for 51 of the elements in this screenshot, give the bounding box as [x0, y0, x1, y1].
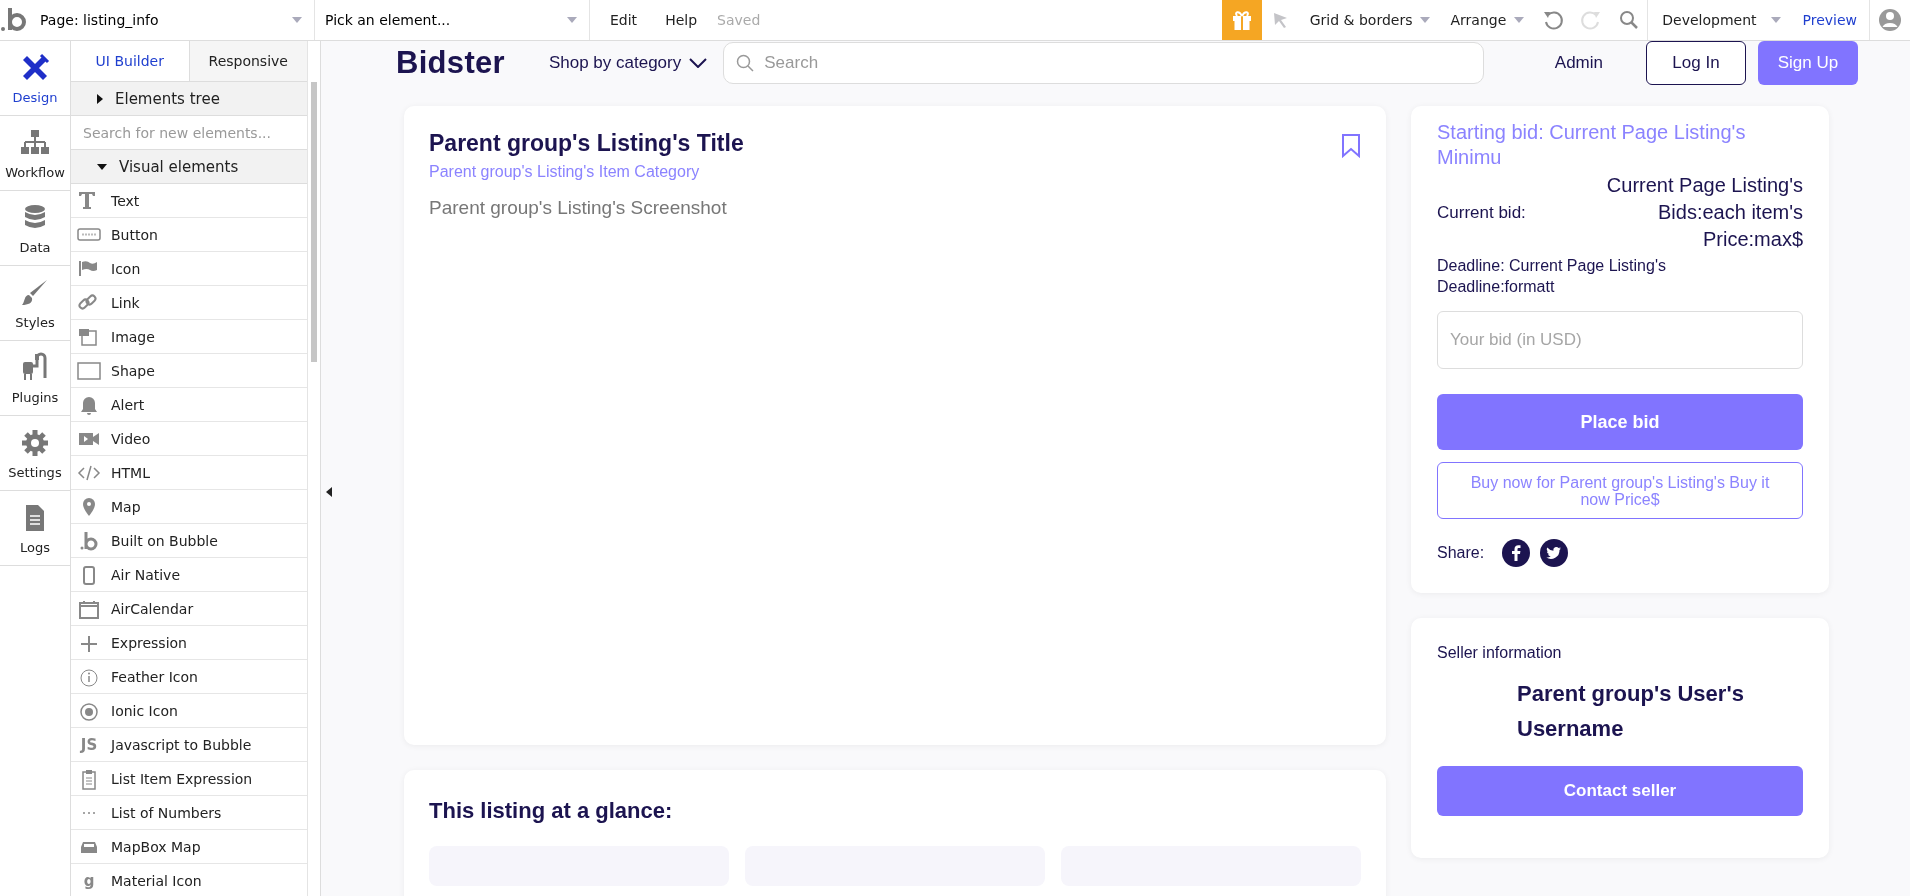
section-header[interactable]: Visual elements	[71, 150, 307, 184]
undo-icon	[1542, 9, 1565, 31]
bid-input[interactable]: Your bid (in USD)	[1437, 311, 1803, 369]
gift-button[interactable]	[1221, 0, 1262, 40]
section-header[interactable]: Elements tree	[71, 82, 307, 116]
current-bid-label: Current bid:	[1437, 202, 1526, 223]
dots-icon	[83, 811, 95, 814]
bookmark-icon[interactable]	[1341, 134, 1361, 158]
listing-category: Parent group's Listing's Item Category	[429, 163, 701, 181]
signup-button[interactable]: Sign Up	[1758, 41, 1858, 85]
caret-icon	[1770, 17, 1781, 23]
section-heading: This listing at a glance:	[429, 798, 674, 824]
category-dropdown[interactable]: Shop by category	[542, 52, 714, 74]
gift-icon	[1230, 9, 1253, 31]
preview-button[interactable]: Preview	[1790, 0, 1869, 40]
chevron-down-icon	[689, 58, 708, 68]
caret-icon	[567, 17, 577, 23]
panel-tab[interactable]: UI Builder	[71, 41, 190, 82]
search-field[interactable]: Search	[723, 42, 1485, 84]
glyph-icon: g	[77, 871, 101, 890]
environment-dropdown[interactable]: Development	[1648, 0, 1791, 40]
section-heading: Seller information	[1437, 644, 1563, 662]
listing-title: Parent group's Listing's Title	[429, 130, 744, 157]
current-bid-value: Current Page Listing's Bids:each item's Price:max$	[1605, 173, 1803, 252]
menu-item[interactable]: Edit	[596, 0, 652, 40]
screenshot-text: Parent group's Listing's Screenshot	[429, 197, 728, 219]
starting-bid-text: Starting bid: Current Page Listing's Minimu	[1437, 120, 1747, 170]
search-icon	[736, 54, 755, 72]
glyph-icon: JS	[77, 735, 101, 754]
deadline-text: Deadline: Current Page Listing's Deadline:formatt	[1437, 256, 1667, 297]
logo[interactable]: Bidster	[396, 45, 505, 81]
collapse-arrow-icon[interactable]	[326, 487, 332, 497]
rectangle-icon	[77, 359, 101, 382]
panel-tab[interactable]: Responsive	[189, 41, 307, 82]
facebook-icon[interactable]	[1502, 539, 1531, 567]
redo-icon	[1580, 9, 1603, 31]
arrange-dropdown[interactable]: Arrange	[1440, 0, 1535, 40]
caret-icon	[1514, 17, 1525, 23]
contact-seller-button[interactable]: Contact seller	[1437, 766, 1803, 816]
seller-username: Parent group's User's Username	[1517, 680, 1745, 743]
place-bid-button[interactable]: Place bid	[1437, 394, 1803, 450]
save-status: Saved	[716, 11, 762, 30]
share-label: Share:	[1437, 544, 1485, 562]
search-icon	[1618, 10, 1639, 30]
grid-borders-dropdown[interactable]: Grid & borders	[1299, 0, 1441, 40]
caret-icon	[292, 17, 302, 23]
login-button[interactable]: Log In	[1646, 41, 1746, 85]
admin-link[interactable]: Admin	[1548, 52, 1609, 74]
bird-icon[interactable]	[1540, 539, 1569, 567]
caret-icon	[1420, 17, 1431, 23]
menu-item[interactable]: Help	[651, 0, 712, 40]
